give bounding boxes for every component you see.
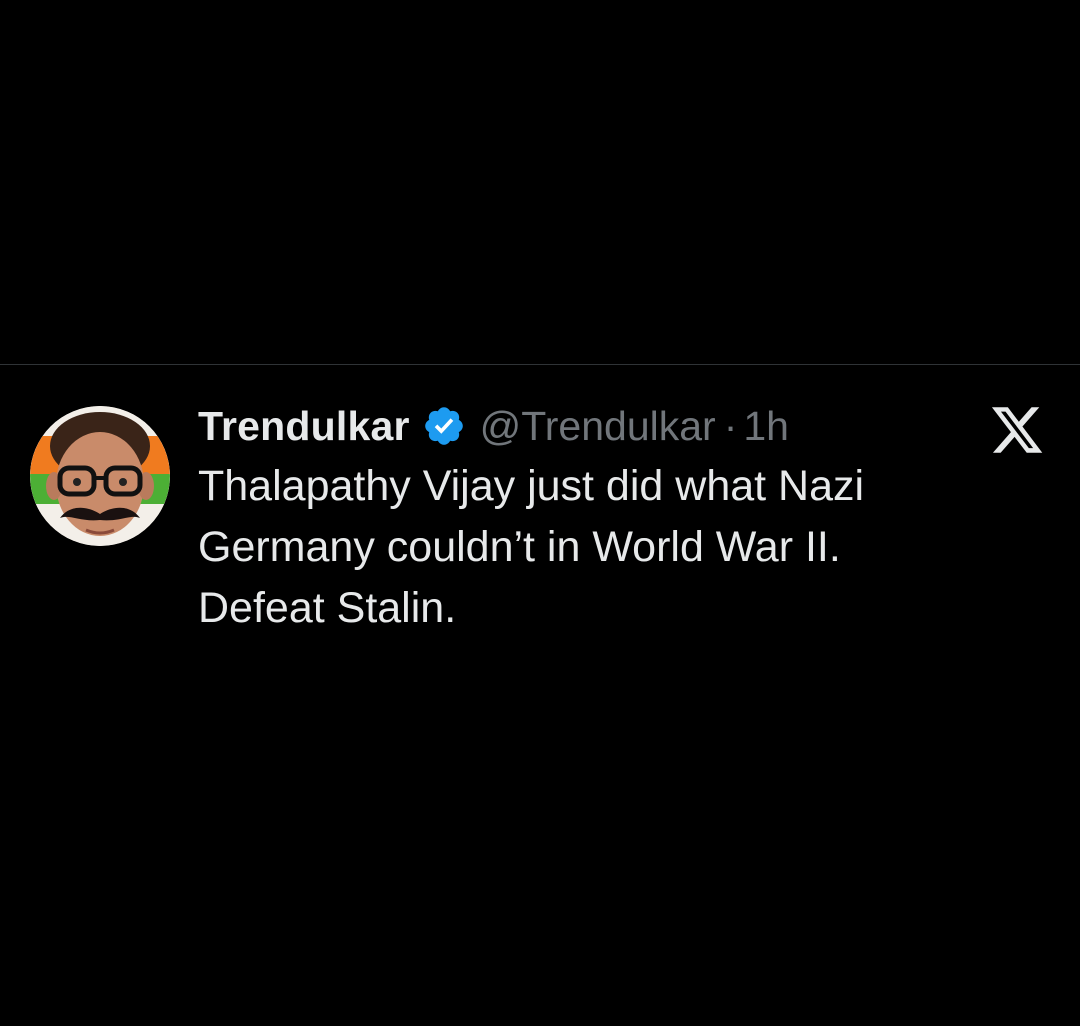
tweet-text-line: Defeat Stalin. bbox=[198, 584, 457, 632]
tweet-screenshot: Trendulkar @Trendulkar · 1h Thalapathy V… bbox=[0, 0, 1080, 1026]
x-logo-icon[interactable] bbox=[988, 402, 1046, 458]
tweet-text: Thalapathy Vijay just did what Nazi Germ… bbox=[198, 456, 988, 639]
tweet-body: Trendulkar @Trendulkar · 1h Thalapathy V… bbox=[198, 396, 998, 639]
display-name[interactable]: Trendulkar bbox=[198, 403, 410, 450]
tweet-card[interactable]: Trendulkar @Trendulkar · 1h Thalapathy V… bbox=[30, 396, 1060, 656]
tweet-text-line: Germany couldn’t in World War II. bbox=[198, 523, 841, 571]
separator-dot: · bbox=[723, 402, 738, 449]
divider-line bbox=[0, 364, 1080, 365]
avatar-caricature-icon bbox=[30, 406, 170, 546]
avatar[interactable] bbox=[30, 406, 170, 546]
user-handle[interactable]: @Trendulkar bbox=[480, 403, 716, 450]
verified-badge-icon bbox=[422, 404, 466, 448]
tweet-timestamp[interactable]: 1h bbox=[743, 403, 789, 450]
tweet-text-line: Thalapathy Vijay just did what Nazi bbox=[198, 462, 865, 510]
tweet-header: Trendulkar @Trendulkar · 1h bbox=[198, 396, 998, 456]
